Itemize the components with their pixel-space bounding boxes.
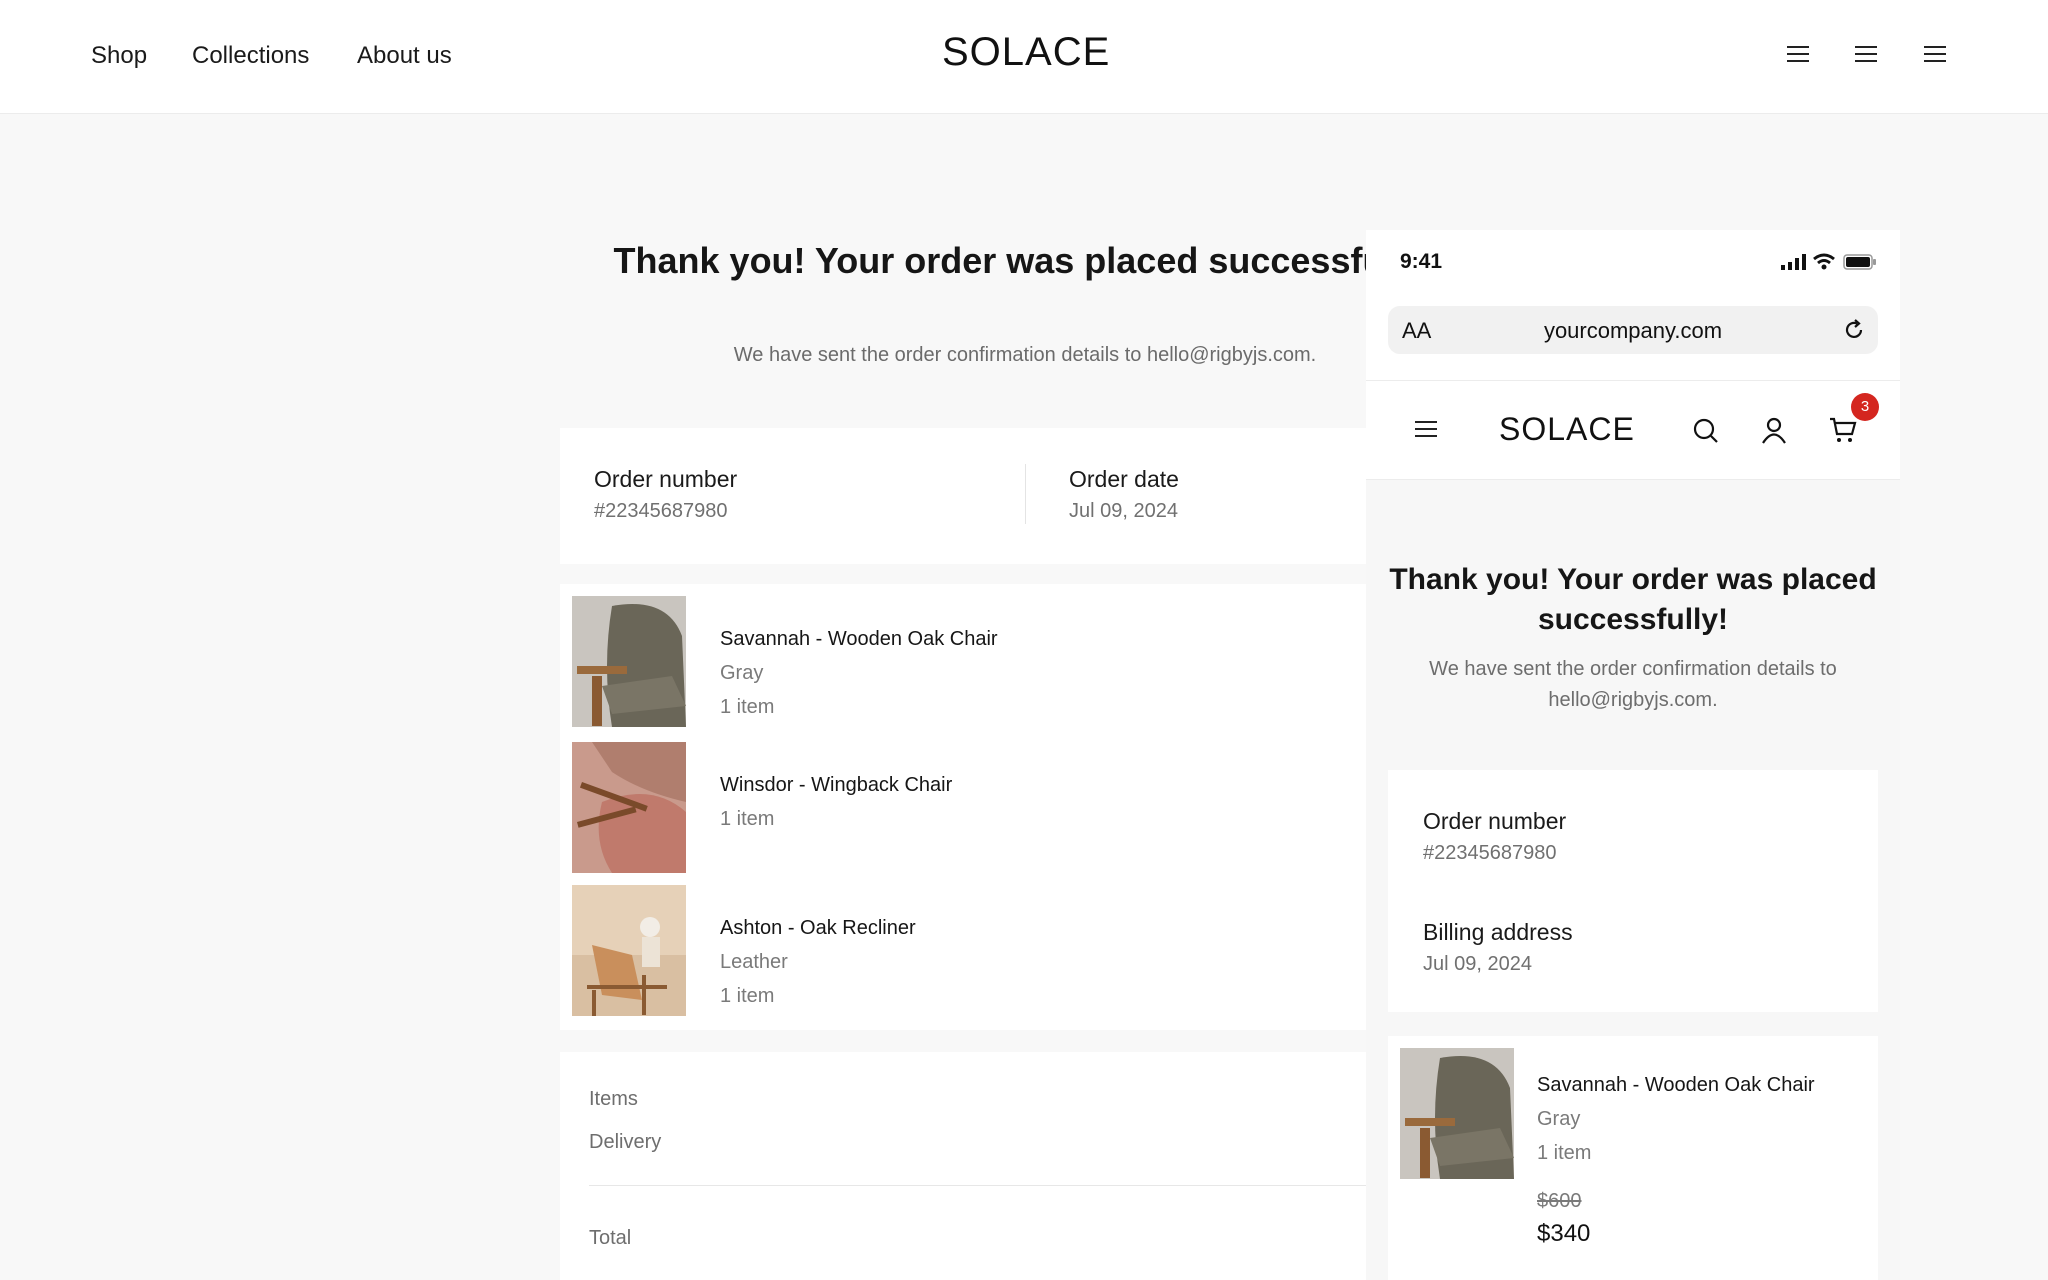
mobile-confirmation-message: We have sent the order confirmation deta… bbox=[1429, 658, 1837, 711]
mobile-preview: 9:41 AA yourcompany.com SOLACE 3 Thank y… bbox=[1366, 230, 1900, 1280]
item-name[interactable]: Ashton - Oak Recliner bbox=[720, 917, 916, 940]
order-date-label: Order date bbox=[1069, 466, 1179, 492]
nav-link-about-us[interactable]: About us bbox=[357, 42, 452, 70]
address-bar[interactable]: AA yourcompany.com bbox=[1388, 306, 1878, 354]
item-variant: Gray bbox=[1537, 1108, 1581, 1130]
billing-address-label: Billing address bbox=[1423, 919, 1573, 945]
cart-icon[interactable] bbox=[1828, 416, 1858, 444]
order-summary-card: Items Delivery Total bbox=[560, 1052, 1368, 1280]
order-date-value: Jul 09, 2024 bbox=[1069, 500, 1178, 522]
mobile-status-bar: 9:41 AA yourcompany.com bbox=[1366, 230, 1900, 380]
total-label: Total bbox=[589, 1227, 632, 1249]
order-number-label: Order number bbox=[594, 466, 738, 492]
page-title: Thank you! Your order was placed success… bbox=[613, 240, 1437, 281]
item-name[interactable]: Savannah - Wooden Oak Chair bbox=[720, 628, 998, 651]
menu-icon[interactable] bbox=[1787, 46, 1809, 64]
items-label: Items bbox=[589, 1088, 638, 1110]
nav-link-shop[interactable]: Shop bbox=[91, 42, 147, 70]
product-image[interactable] bbox=[1400, 1048, 1514, 1179]
order-items-card: Savannah - Wooden Oak Chair Gray 1 item … bbox=[560, 584, 1368, 1030]
nav-link-collections[interactable]: Collections bbox=[192, 42, 309, 70]
list-item[interactable]: Ashton - Oak Recliner Leather 1 item bbox=[572, 885, 1352, 1017]
item-variant: Leather bbox=[720, 951, 788, 973]
cart-count-badge: 3 bbox=[1851, 393, 1879, 421]
mobile-order-info-card: Order number #22345687980 Billing addres… bbox=[1388, 770, 1878, 1012]
signal-icon bbox=[1781, 254, 1806, 270]
order-number-label: Order number bbox=[1423, 808, 1567, 834]
mobile-brand-logo[interactable]: SOLACE bbox=[1499, 411, 1635, 448]
list-item[interactable]: Winsdor - Wingback Chair 1 item bbox=[572, 742, 1352, 874]
mobile-site-header: SOLACE 3 bbox=[1366, 380, 1900, 480]
list-item[interactable]: Savannah - Wooden Oak Chair Gray 1 item bbox=[572, 596, 1352, 728]
brand-logo[interactable]: SOLACE bbox=[942, 30, 1110, 75]
site-header: Shop Collections About us SOLACE bbox=[0, 0, 2048, 114]
menu-icon[interactable] bbox=[1924, 46, 1946, 64]
product-image[interactable] bbox=[572, 596, 686, 727]
divider bbox=[1025, 464, 1026, 524]
status-time: 9:41 bbox=[1400, 250, 1443, 273]
billing-address-value: Jul 09, 2024 bbox=[1423, 953, 1532, 975]
divider bbox=[589, 1185, 1368, 1186]
item-quantity: 1 item bbox=[720, 808, 775, 830]
url-text[interactable]: yourcompany.com bbox=[1388, 318, 1878, 344]
order-info-card: Order number #22345687980 Order date Jul… bbox=[560, 428, 1368, 564]
wifi-icon bbox=[1813, 253, 1835, 270]
item-variant: Gray bbox=[720, 662, 764, 684]
product-image[interactable] bbox=[572, 742, 686, 873]
reload-icon[interactable] bbox=[1842, 318, 1866, 342]
sale-price: $340 bbox=[1537, 1220, 1591, 1247]
item-quantity: 1 item bbox=[720, 985, 775, 1007]
confirmation-message: We have sent the order confirmation deta… bbox=[733, 344, 1317, 366]
order-number-value: #22345687980 bbox=[594, 500, 728, 522]
menu-icon[interactable] bbox=[1415, 421, 1437, 439]
mobile-page-title: Thank you! Your order was placed success… bbox=[1389, 563, 1877, 636]
original-price: $600 bbox=[1537, 1190, 1582, 1212]
item-name[interactable]: Winsdor - Wingback Chair bbox=[720, 774, 952, 797]
user-icon[interactable] bbox=[1760, 416, 1788, 444]
item-quantity: 1 item bbox=[1537, 1142, 1592, 1164]
battery-icon bbox=[1843, 254, 1876, 270]
mobile-order-item-card: Savannah - Wooden Oak Chair Gray 1 item … bbox=[1388, 1036, 1878, 1280]
product-image[interactable] bbox=[572, 885, 686, 1016]
item-quantity: 1 item bbox=[720, 696, 775, 718]
order-number-value: #22345687980 bbox=[1423, 842, 1557, 864]
delivery-label: Delivery bbox=[589, 1131, 662, 1153]
search-icon[interactable] bbox=[1692, 417, 1720, 445]
menu-icon[interactable] bbox=[1855, 46, 1877, 64]
item-name[interactable]: Savannah - Wooden Oak Chair bbox=[1537, 1074, 1815, 1097]
